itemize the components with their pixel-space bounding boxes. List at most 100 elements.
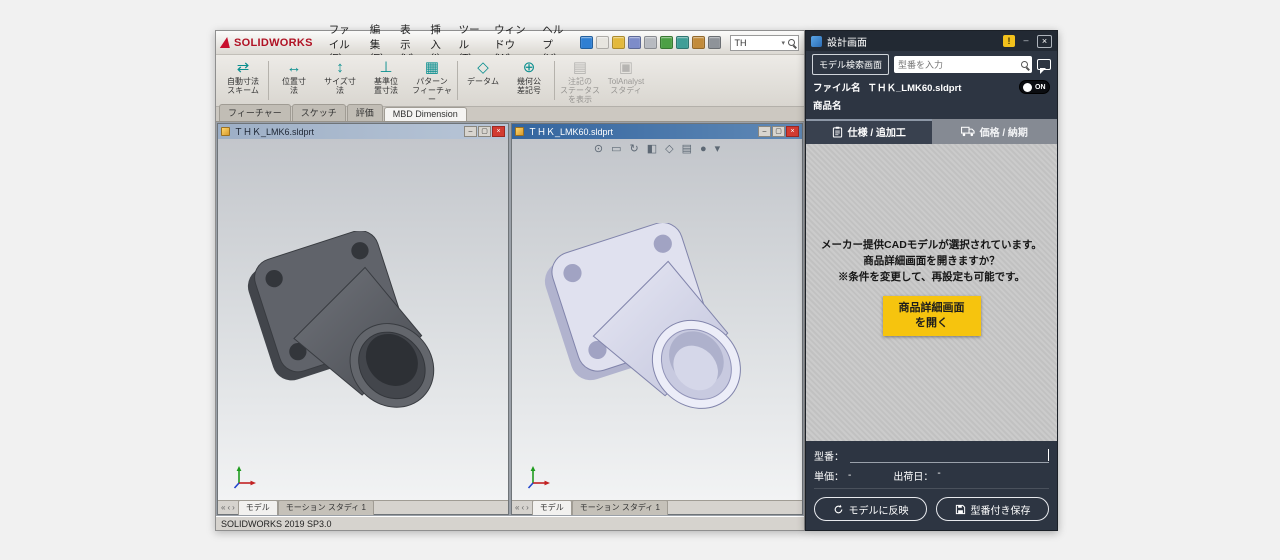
toggle-knob [1023,83,1032,92]
chevron-down-icon[interactable]: ▾ [781,39,785,47]
part-number-search-field[interactable] [894,56,1032,73]
document-title: ＴＨＫ_LMK60.sldprt [528,125,613,138]
toggle-state-label: ON [1035,84,1046,91]
tab-scroll-controls[interactable]: « ‹ › [512,503,532,512]
motion-study-tab[interactable]: モーション スタディ 1 [278,500,374,515]
model-number-input[interactable] [850,449,1049,463]
chat-comment-icon[interactable] [1037,59,1051,70]
tab-sketch[interactable]: スケッチ [292,104,346,121]
print-icon[interactable] [644,36,657,49]
new-document-icon[interactable] [596,36,609,49]
display-style-icon[interactable]: ▤ [682,142,692,155]
save-icon[interactable] [628,36,641,49]
geometric-tolerance-button[interactable]: ⊕ 幾何公 差記号 [506,57,552,104]
options-gear-icon[interactable] [708,36,721,49]
solidworks-logo: SOLIDWORKS [221,37,313,49]
tab-price-delivery[interactable]: 価格 / 納期 [932,119,1058,144]
appearance-icon[interactable]: ● [700,143,707,155]
document-titlebar[interactable]: ＴＨＫ_LMK60.sldprt – ▢ × [512,124,802,139]
zoom-fit-icon[interactable]: ⊙ [594,142,603,155]
command-search-box[interactable]: ▾ [730,35,799,51]
open-folder-icon[interactable] [612,36,625,49]
panel-toolbar: モデル検索画面 [806,51,1057,78]
orientation-triad [232,464,258,490]
solidworks-titlebar: SOLIDWORKS ファイル(F) 編集(E) 表示(V) 挿入(I) ツール… [216,31,804,55]
close-button[interactable]: × [492,126,505,137]
zoom-area-icon[interactable]: ▭ [611,142,621,155]
panel-close-button[interactable]: × [1037,35,1052,48]
minimize-button[interactable]: – [758,126,771,137]
document-bottom-tabs: « ‹ › モデル モーション スタディ 1 [512,500,802,514]
cad-model-message: メーカー提供CADモデルが選択されています。 商品詳細画面を開きますか？ ※条件… [821,237,1042,286]
document-area: ＴＨＫ_LMK6.sldprt – ▢ × [216,122,804,516]
open-product-detail-button[interactable]: 商品詳細画面 を開く [883,296,981,337]
panel-minimize-button[interactable]: – [1020,35,1032,47]
window-controls: – ▢ × [464,126,505,137]
file-properties-icon[interactable] [692,36,705,49]
view-orientation-icon[interactable]: ◇ [665,142,673,155]
motion-study-tab[interactable]: モーション スタディ 1 [572,500,668,515]
maximize-button[interactable]: ▢ [772,126,785,137]
datum-location-dimension-button[interactable]: ⊥ 基準位 置寸法 [363,57,409,104]
file-enabled-toggle[interactable]: ON [1019,80,1050,94]
tab-mbd-dimension[interactable]: MBD Dimension [384,107,467,121]
document-title: ＴＨＫ_LMK6.sldprt [234,125,314,138]
rebuild-icon[interactable] [676,36,689,49]
datum-button[interactable]: ◇ データム [460,57,506,104]
model-tab[interactable]: モデル [238,500,278,515]
search-icon[interactable] [1021,61,1028,68]
part-number-search-input[interactable] [898,60,1018,70]
tab-scroll-next-icon[interactable]: › [526,503,529,512]
size-dimension-button[interactable]: ↕ サイズ寸 法 [317,57,363,104]
tab-scroll-next-icon[interactable]: › [232,503,235,512]
search-icon[interactable] [788,39,795,46]
command-manager-ribbon: ⇄ 自動寸法 スキーム ↔ 位置寸 法 ↕ サイズ寸 法 ⊥ 基準位 置寸法 ▦… [216,55,804,107]
document-bottom-tabs: « ‹ › モデル モーション スタディ 1 [218,500,508,514]
document-titlebar[interactable]: ＴＨＫ_LMK6.sldprt – ▢ × [218,124,508,139]
solidworks-logo-icon [220,37,232,48]
heads-up-view-toolbar: ⊙ ▭ ↻ ◧ ◇ ▤ ● ▾ [594,142,720,155]
view-settings-icon[interactable]: ▾ [715,142,721,155]
panel-content: メーカー提供CADモデルが選択されています。 商品詳細画面を開きますか？ ※条件… [806,144,1057,441]
truck-icon [961,126,975,137]
tab-evaluate[interactable]: 評価 [347,104,383,121]
model-search-screen-button[interactable]: モデル検索画面 [812,54,889,75]
save-with-part-number-button[interactable]: 型番付き保存 [936,497,1049,521]
viewport-lmk6[interactable] [218,139,508,500]
location-dimension-button[interactable]: ↔ 位置寸 法 [271,57,317,104]
model-number-row: 型番： [814,448,1049,463]
message-line-1: メーカー提供CADモデルが選択されています。 [821,237,1042,253]
tab-features[interactable]: フィーチャー [219,104,291,121]
tolanalyst-study-icon: ▣ [619,59,633,76]
pattern-feature-button[interactable]: ▦ パターン フィーチャー [409,57,455,104]
message-line-3: ※条件を変更して、再設定も可能です。 [821,269,1042,285]
tab-scroll-prev-icon[interactable]: ‹ [227,503,230,512]
tab-scroll-prev-icon[interactable]: ‹ [521,503,524,512]
panel-title: 設計画面 [827,34,867,49]
tab-scroll-controls[interactable]: « ‹ › [218,503,238,512]
viewport-lmk60[interactable]: ⊙ ▭ ↻ ◧ ◇ ▤ ● ▾ [512,139,802,500]
tab-scroll-first-icon[interactable]: « [515,503,519,512]
tab-spec-machining[interactable]: 仕様 / 追加工 [806,119,932,144]
status-bar: SOLIDWORKS 2019 SP3.0 [216,516,804,530]
orientation-triad [526,464,552,490]
refresh-icon [833,504,844,515]
auto-dimension-scheme-button[interactable]: ⇄ 自動寸法 スキーム [220,57,266,104]
size-dimension-icon: ↕ [336,59,344,76]
file-name-value: ＴＨＫ_LMK60.sldprt [868,80,962,94]
tab-scroll-first-icon[interactable]: « [221,503,225,512]
model-tab[interactable]: モデル [532,500,572,515]
ribbon-separator [268,61,269,100]
notification-bell-icon[interactable]: ! [1003,35,1015,47]
paper-plane-icon[interactable] [580,36,593,49]
undo-icon[interactable] [660,36,673,49]
close-button[interactable]: × [786,126,799,137]
minimize-button[interactable]: – [464,126,477,137]
apply-to-model-button[interactable]: モデルに反映 [814,497,927,521]
previous-view-icon[interactable]: ↻ [629,142,638,155]
section-view-icon[interactable]: ◧ [647,142,657,155]
maximize-button[interactable]: ▢ [478,126,491,137]
product-name-label: 商品名 [813,98,842,112]
message-line-2: 商品詳細画面を開きますか？ [821,253,1042,269]
command-search-input[interactable] [734,38,778,48]
